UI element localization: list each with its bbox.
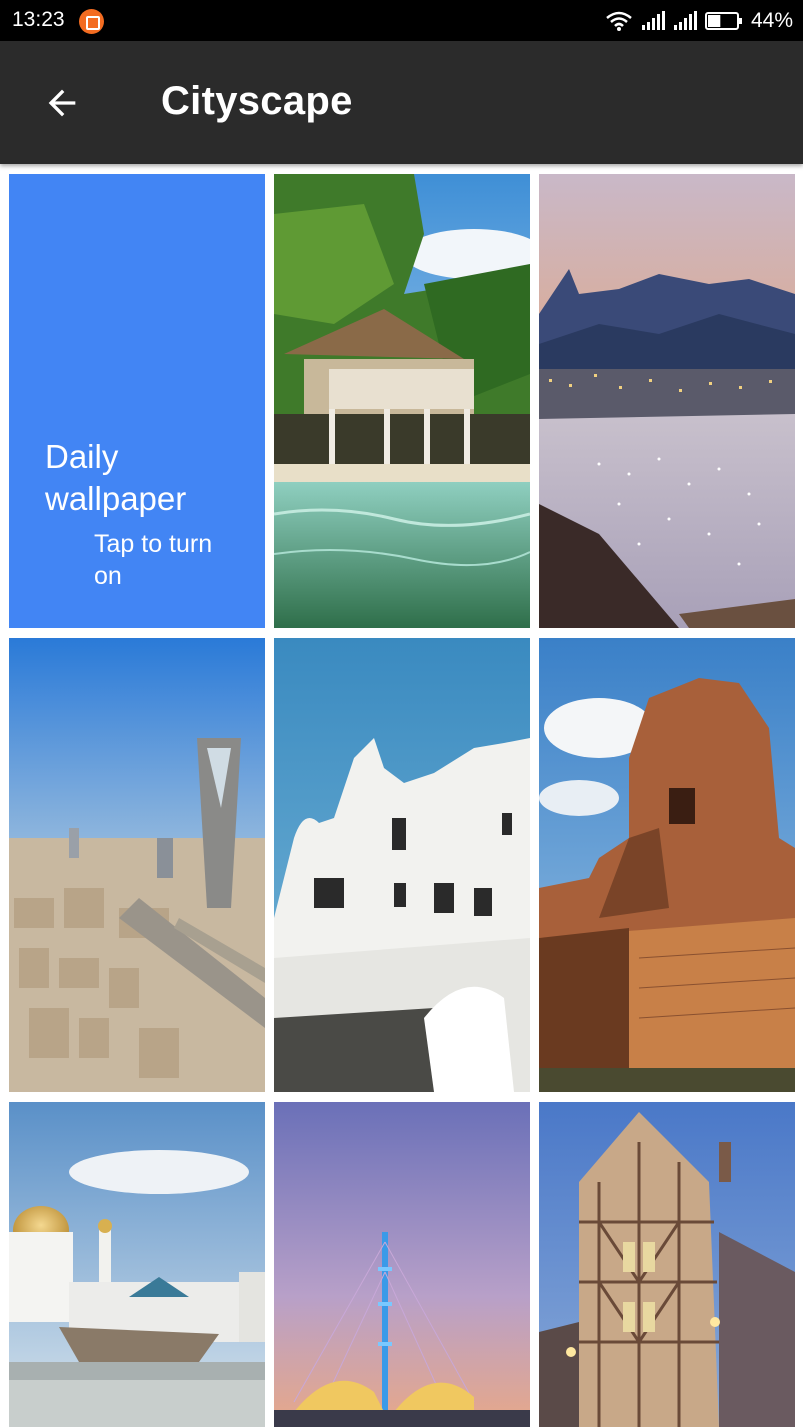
wallpaper-tile[interactable] xyxy=(274,638,530,1092)
wallpaper-tile[interactable] xyxy=(274,1102,530,1427)
daily-wallpaper-action: Tap to turn on xyxy=(94,530,213,590)
wallpaper-grid: Daily wallpaper Tap to turn on xyxy=(0,164,803,1427)
page-title: Cityscape xyxy=(161,79,353,123)
status-bar: 13:23 44% xyxy=(0,0,803,41)
daily-wallpaper-title: Daily wallpaper xyxy=(45,438,187,517)
notification-icon xyxy=(79,9,104,34)
wallpaper-thumbnail-white-building xyxy=(274,638,530,1092)
status-time: 13:23 xyxy=(12,8,65,31)
wallpaper-thumbnail-mast xyxy=(274,1102,530,1427)
wallpaper-tile[interactable] xyxy=(9,1102,265,1427)
wallpaper-thumbnail-mosque xyxy=(9,1102,265,1427)
wallpaper-thumbnail-skyline xyxy=(9,638,265,1092)
daily-wallpaper-tile[interactable]: Daily wallpaper Tap to turn on xyxy=(9,174,265,628)
wallpaper-tile[interactable] xyxy=(539,638,795,1092)
wallpaper-thumbnail-beach-hut xyxy=(274,174,530,628)
wallpaper-tile[interactable] xyxy=(539,1102,795,1427)
battery-icon xyxy=(704,12,742,30)
wallpaper-thumbnail-temple xyxy=(539,638,795,1092)
wallpaper-thumbnail-bay xyxy=(539,174,795,628)
wallpaper-thumbnail-timbered-house xyxy=(539,1102,795,1427)
back-button[interactable] xyxy=(30,71,94,135)
wallpaper-tile[interactable] xyxy=(274,174,530,628)
wallpaper-tile[interactable] xyxy=(539,174,795,628)
status-icons: 44% xyxy=(605,7,793,35)
app-bar: Cityscape xyxy=(0,41,803,164)
signal-icon xyxy=(641,11,665,30)
battery-percent: 44% xyxy=(750,9,793,32)
signal-icon xyxy=(673,11,697,30)
wifi-icon xyxy=(606,11,632,31)
arrow-back-icon xyxy=(48,89,76,117)
wallpaper-tile[interactable] xyxy=(9,638,265,1092)
